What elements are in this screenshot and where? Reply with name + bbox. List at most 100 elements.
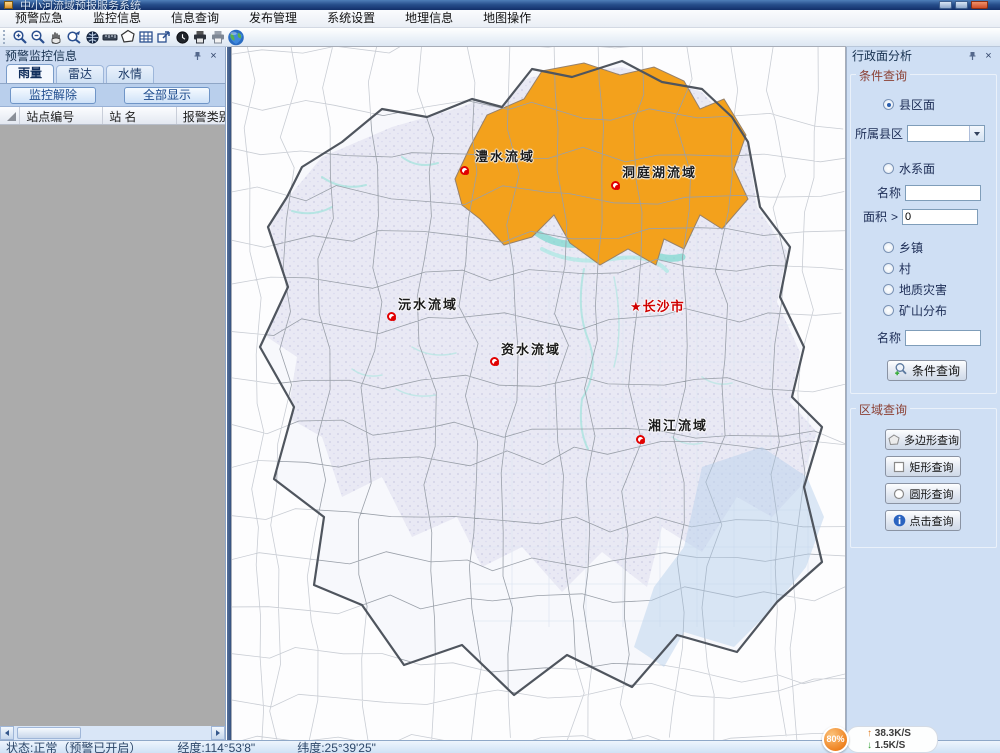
longitude-readout: 经度:114°53'8" bbox=[177, 739, 255, 753]
radio-village[interactable] bbox=[883, 263, 894, 274]
map-svg bbox=[232, 47, 845, 740]
radio-water-system[interactable] bbox=[883, 163, 894, 174]
radio-mine-distribution-label: 矿山分布 bbox=[899, 302, 947, 319]
station-dot-dongting[interactable] bbox=[611, 181, 620, 190]
menu-yujing-yingji[interactable]: 预警应急 bbox=[0, 10, 78, 27]
basin-label-yuanshui: 沅水流域 bbox=[398, 294, 458, 313]
menu-xitong-shezhi[interactable]: 系统设置 bbox=[312, 10, 390, 27]
full-extent-globe-icon[interactable] bbox=[83, 29, 101, 46]
download-speed: 1.5K/S bbox=[875, 740, 906, 751]
name-input[interactable] bbox=[905, 185, 981, 201]
monitor-release-button[interactable]: 监控解除 bbox=[10, 87, 96, 104]
scroll-thumb[interactable] bbox=[17, 727, 81, 739]
select-column-header[interactable] bbox=[0, 107, 20, 124]
history-clock-icon[interactable] bbox=[173, 29, 191, 46]
measure-ruler-icon[interactable] bbox=[101, 29, 119, 46]
polygon-icon bbox=[887, 433, 900, 446]
condition-group-title: 条件查询 bbox=[856, 67, 910, 84]
station-table-body[interactable] bbox=[0, 125, 225, 726]
click-query-button[interactable]: 点击查询 bbox=[885, 510, 961, 531]
zoom-previous-icon[interactable] bbox=[65, 29, 83, 46]
info-icon bbox=[893, 514, 906, 527]
export-map-icon[interactable] bbox=[155, 29, 173, 46]
warning-monitor-panel: 预警监控信息 × 雨量 雷达 水情 监控解除 全部显示 站点编号 站 名 报警类… bbox=[0, 47, 226, 740]
map-toolbar bbox=[0, 28, 1000, 47]
column-station-name[interactable]: 站 名 bbox=[103, 107, 177, 124]
menu-ditu-caozuo[interactable]: 地图操作 bbox=[468, 10, 546, 27]
tab-rainfall[interactable]: 雨量 bbox=[6, 64, 54, 83]
status-text: 状态:正常（预警已开启） bbox=[6, 739, 141, 753]
app-icon bbox=[4, 1, 13, 9]
area-operator: > bbox=[891, 210, 898, 224]
chevron-down-icon[interactable] bbox=[969, 126, 984, 141]
window-title: 中小河流域预报服务系统 bbox=[20, 0, 141, 10]
polygon-select-icon[interactable] bbox=[119, 29, 137, 46]
rectangle-query-label: 矩形查询 bbox=[910, 459, 954, 475]
title-bar: 中小河流域预报服务系统 bbox=[0, 0, 1000, 10]
region-group-title: 区域查询 bbox=[856, 401, 910, 418]
pan-hand-icon[interactable] bbox=[47, 29, 65, 46]
circle-query-button[interactable]: 圆形查询 bbox=[885, 483, 961, 504]
maximize-button[interactable] bbox=[955, 1, 968, 9]
name2-input-label: 名称 bbox=[877, 329, 901, 346]
county-select-label: 所属县区 bbox=[855, 125, 903, 142]
polygon-query-button[interactable]: 多边形查询 bbox=[885, 429, 961, 450]
minimize-button[interactable] bbox=[939, 1, 952, 9]
zoom-in-icon[interactable] bbox=[11, 29, 29, 46]
right-panel-title: 行政面分析 bbox=[852, 47, 912, 64]
latitude-readout: 纬度:25°39'25" bbox=[297, 739, 376, 753]
polygon-query-label: 多边形查询 bbox=[904, 432, 959, 448]
zoom-out-icon[interactable] bbox=[29, 29, 47, 46]
station-dot-yuanshui[interactable] bbox=[387, 312, 396, 321]
station-dot-lishui[interactable] bbox=[460, 166, 469, 175]
circle-icon bbox=[893, 487, 906, 500]
radio-geo-disaster[interactable] bbox=[883, 284, 894, 295]
name-input-label: 名称 bbox=[877, 184, 901, 201]
pin-icon[interactable] bbox=[191, 49, 204, 62]
column-station-id[interactable]: 站点编号 bbox=[20, 107, 103, 124]
pin-icon[interactable] bbox=[966, 49, 979, 62]
rectangle-query-button[interactable]: 矩形查询 bbox=[885, 456, 961, 477]
radio-town[interactable] bbox=[883, 242, 894, 253]
web-globe-icon[interactable] bbox=[227, 29, 245, 46]
print-preview-icon[interactable] bbox=[209, 29, 227, 46]
radio-village-label: 村 bbox=[899, 260, 911, 277]
radio-geo-disaster-label: 地质灾害 bbox=[899, 281, 947, 298]
radio-water-system-label: 水系面 bbox=[899, 160, 935, 177]
left-panel-tabs: 雨量 雷达 水情 bbox=[0, 64, 225, 84]
condition-query-group: 条件查询 县区面 所属县区 水系面 名称 面积 > 乡镇 村 bbox=[850, 74, 997, 394]
radio-mine-distribution[interactable] bbox=[883, 305, 894, 316]
close-button[interactable] bbox=[971, 1, 988, 9]
close-panel-icon[interactable]: × bbox=[207, 49, 220, 62]
station-dot-xiangjiang[interactable] bbox=[636, 435, 645, 444]
radio-county-area-label: 县区面 bbox=[899, 96, 935, 113]
print-icon[interactable] bbox=[191, 29, 209, 46]
show-all-button[interactable]: 全部显示 bbox=[124, 87, 210, 104]
close-panel-icon[interactable]: × bbox=[982, 49, 995, 62]
county-select[interactable] bbox=[907, 125, 985, 142]
grid-layers-icon[interactable] bbox=[137, 29, 155, 46]
menu-xinxi-chaxun[interactable]: 信息查询 bbox=[156, 10, 234, 27]
radio-town-label: 乡镇 bbox=[899, 239, 923, 256]
area-input-label: 面积 bbox=[863, 208, 887, 225]
menu-fabu-guanli[interactable]: 发布管理 bbox=[234, 10, 312, 27]
station-dot-zishui[interactable] bbox=[490, 357, 499, 366]
basin-label-lishui: 澧水流域 bbox=[475, 146, 535, 165]
map-canvas[interactable]: 澧水流域 洞庭湖流域 沅水流域 资水流域 ★长沙市 湘江流域 bbox=[232, 47, 845, 740]
progress-badge[interactable]: 80% bbox=[822, 726, 849, 753]
region-query-group: 区域查询 多边形查询 矩形查询 圆形查询 点击查询 bbox=[850, 408, 997, 548]
tab-radar[interactable]: 雷达 bbox=[56, 65, 104, 83]
menu-bar: 预警应急 监控信息 信息查询 发布管理 系统设置 地理信息 地图操作 bbox=[0, 10, 1000, 28]
name2-input[interactable] bbox=[905, 330, 981, 346]
upload-arrow-icon: ↑ bbox=[867, 728, 875, 739]
condition-query-button[interactable]: 条件查询 bbox=[887, 360, 967, 381]
rectangle-icon bbox=[893, 460, 906, 473]
left-panel-title: 预警监控信息 bbox=[5, 47, 77, 64]
area-input[interactable] bbox=[902, 209, 978, 225]
radio-county-area[interactable] bbox=[883, 99, 894, 110]
tab-water[interactable]: 水情 bbox=[106, 65, 154, 83]
upload-speed: 38.3K/S bbox=[875, 728, 911, 739]
column-alarm-type[interactable]: 报警类别 bbox=[177, 107, 225, 124]
menu-jiankong-xinxi[interactable]: 监控信息 bbox=[78, 10, 156, 27]
menu-dili-xinxi[interactable]: 地理信息 bbox=[390, 10, 468, 27]
